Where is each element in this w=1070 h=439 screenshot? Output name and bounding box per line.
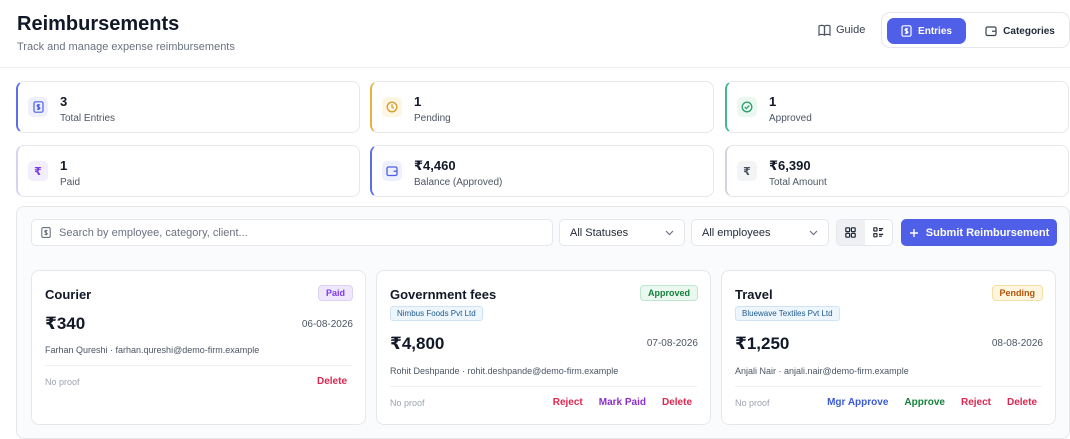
entries-panel: All Statuses All employees Submit Reimbu… bbox=[16, 206, 1070, 439]
approve-button[interactable]: Approve bbox=[904, 397, 945, 408]
search-box[interactable] bbox=[31, 219, 553, 246]
card-divider bbox=[45, 365, 352, 366]
rupee-icon: ₹ bbox=[28, 161, 48, 181]
wallet-icon bbox=[382, 161, 402, 181]
stat-label: Total Amount bbox=[769, 177, 827, 188]
tab-categories-label: Categories bbox=[1003, 25, 1055, 37]
stat-value: 1 bbox=[769, 94, 777, 109]
client-tag: Bluewave Textiles Pvt Ltd bbox=[735, 306, 840, 321]
entry-employee: Farhan Qureshi · farhan.qureshi@demo-fir… bbox=[45, 345, 260, 355]
chevron-down-icon bbox=[665, 230, 674, 235]
folder-icon bbox=[985, 26, 997, 37]
delete-button[interactable]: Delete bbox=[317, 376, 347, 387]
stat-total-amount: ₹ ₹6,390 Total Amount bbox=[725, 145, 1069, 197]
entry-card: Courier Paid ₹340 06-08-2026 Farhan Qure… bbox=[31, 270, 366, 425]
entry-amount: ₹340 bbox=[45, 314, 86, 333]
entry-amount: ₹1,250 bbox=[735, 334, 790, 353]
tab-entries-label: Entries bbox=[918, 25, 952, 37]
stat-balance: ₹4,460 Balance (Approved) bbox=[370, 145, 714, 197]
check-circle-icon bbox=[737, 97, 757, 117]
mark-paid-button[interactable]: Mark Paid bbox=[599, 397, 646, 408]
tab-categories[interactable]: Categories bbox=[976, 18, 1064, 44]
card-actions: Reject Mark Paid Delete bbox=[553, 397, 692, 408]
client-tag: Nimbus Foods Pvt Ltd bbox=[390, 306, 483, 321]
page-title: Reimbursements bbox=[17, 13, 180, 35]
stat-value: 1 bbox=[414, 94, 422, 109]
reject-button[interactable]: Reject bbox=[553, 397, 583, 408]
stat-label: Pending bbox=[414, 113, 451, 124]
book-icon bbox=[818, 24, 831, 36]
submit-label: Submit Reimbursement bbox=[925, 226, 1050, 239]
stat-value: 3 bbox=[60, 94, 68, 109]
stat-total-entries: 3 Total Entries bbox=[16, 81, 360, 133]
receipt-icon bbox=[28, 97, 48, 117]
entry-title: Travel bbox=[735, 287, 773, 302]
card-actions: Mgr Approve Approve Reject Delete bbox=[827, 397, 1037, 408]
stat-value: ₹6,390 bbox=[769, 158, 811, 173]
entry-date: 07-08-2026 bbox=[646, 338, 698, 349]
view-switcher: Entries Categories bbox=[881, 12, 1070, 48]
reject-button[interactable]: Reject bbox=[961, 397, 991, 408]
card-divider bbox=[735, 386, 1042, 387]
mgr-approve-button[interactable]: Mgr Approve bbox=[827, 397, 888, 408]
entry-date: 08-08-2026 bbox=[991, 338, 1043, 349]
entry-date: 06-08-2026 bbox=[301, 319, 353, 330]
entry-card: Travel Pending Bluewave Textiles Pvt Ltd… bbox=[721, 270, 1056, 425]
stat-label: Balance (Approved) bbox=[414, 177, 503, 188]
stat-value: ₹4,460 bbox=[414, 158, 456, 173]
stat-value: 1 bbox=[60, 158, 68, 173]
receipt-icon bbox=[901, 25, 912, 37]
entry-card: Government fees Approved Nimbus Foods Pv… bbox=[376, 270, 711, 425]
stat-label: Paid bbox=[60, 177, 81, 188]
tab-entries[interactable]: Entries bbox=[887, 18, 966, 44]
rupee-icon: ₹ bbox=[737, 161, 757, 181]
list-view-button[interactable] bbox=[865, 220, 893, 245]
view-toggle bbox=[836, 219, 893, 246]
page-subtitle: Track and manage expense reimbursements bbox=[17, 41, 235, 53]
guide-label: Guide bbox=[836, 24, 866, 36]
guide-button[interactable]: Guide bbox=[812, 17, 871, 43]
entry-title: Courier bbox=[45, 287, 92, 302]
card-divider bbox=[390, 386, 697, 387]
page-header: Reimbursements Track and manage expense … bbox=[0, 0, 1070, 68]
status-filter-select[interactable]: All Statuses bbox=[559, 219, 685, 246]
status-filter-value: All Statuses bbox=[570, 226, 629, 239]
stat-approved: 1 Approved bbox=[725, 81, 1069, 133]
grid-view-button[interactable] bbox=[837, 220, 865, 245]
status-badge: Approved bbox=[639, 285, 698, 301]
entry-employee: Rohit Deshpande · rohit.deshpande@demo-f… bbox=[390, 366, 619, 376]
stat-paid: ₹ 1 Paid bbox=[16, 145, 360, 197]
status-badge: Paid bbox=[317, 285, 353, 301]
clock-icon bbox=[382, 97, 402, 117]
list-icon bbox=[872, 227, 883, 238]
proof-status: No proof bbox=[735, 398, 770, 408]
stat-label: Approved bbox=[769, 113, 812, 124]
entry-title: Government fees bbox=[390, 287, 497, 302]
chevron-down-icon bbox=[809, 230, 818, 235]
entry-employee: Anjali Nair · anjali.nair@demo-firm.exam… bbox=[735, 366, 909, 376]
receipt-icon bbox=[41, 227, 51, 238]
employee-filter-select[interactable]: All employees bbox=[691, 219, 829, 246]
entry-amount: ₹4,800 bbox=[390, 334, 445, 353]
delete-button[interactable]: Delete bbox=[662, 397, 692, 408]
proof-status: No proof bbox=[45, 377, 80, 387]
submit-reimbursement-button[interactable]: Submit Reimbursement bbox=[901, 219, 1057, 246]
employee-filter-value: All employees bbox=[702, 226, 771, 239]
card-actions: Delete bbox=[317, 376, 347, 387]
stat-pending: 1 Pending bbox=[370, 81, 714, 133]
plus-icon bbox=[909, 228, 918, 237]
status-badge: Pending bbox=[991, 285, 1043, 301]
grid-icon bbox=[845, 227, 857, 238]
stat-label: Total Entries bbox=[60, 113, 116, 124]
search-input[interactable] bbox=[59, 226, 539, 239]
delete-button[interactable]: Delete bbox=[1007, 397, 1037, 408]
proof-status: No proof bbox=[390, 398, 425, 408]
